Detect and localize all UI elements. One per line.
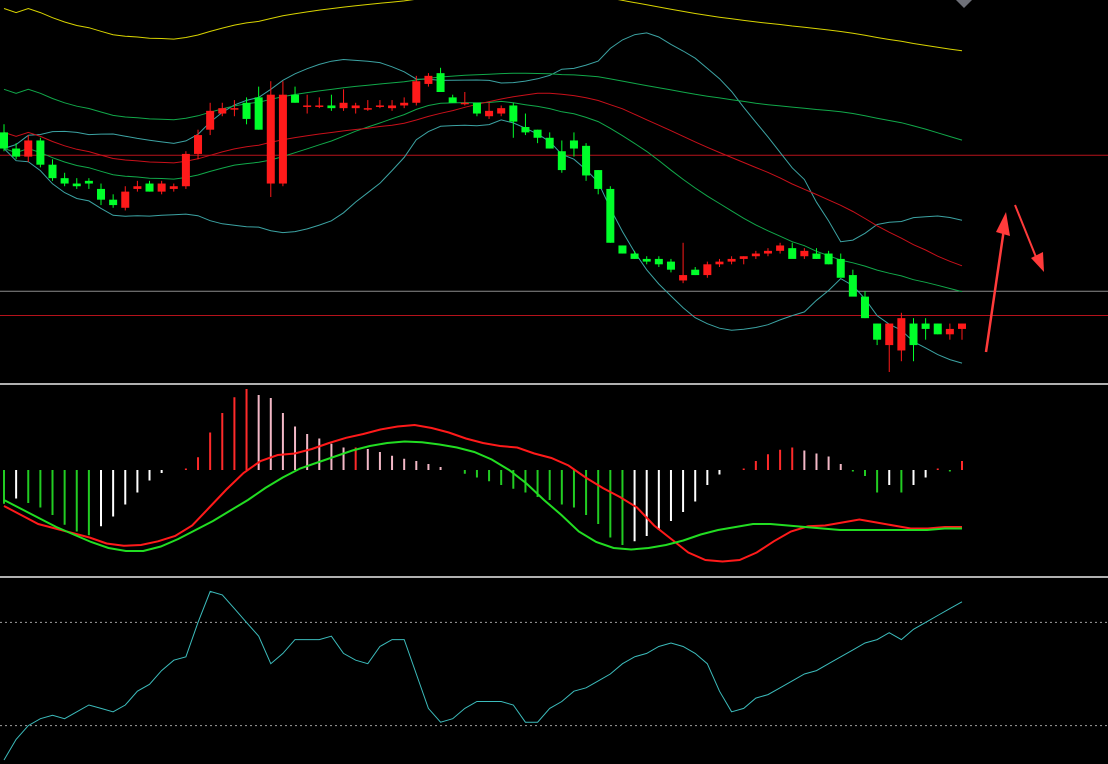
candle-body: [169, 186, 178, 189]
candle-body: [24, 140, 33, 157]
candle-body: [788, 248, 797, 259]
candle: [582, 143, 591, 181]
candle-body: [351, 105, 360, 109]
candle-body: [606, 188, 615, 243]
candle: [618, 245, 627, 254]
candle-body: [582, 145, 591, 176]
candle: [278, 81, 287, 187]
candle-body: [36, 140, 45, 165]
candle-body: [12, 148, 21, 157]
candle-body: [909, 323, 918, 346]
candle-body: [897, 318, 906, 351]
candle: [181, 151, 190, 189]
candle-body: [885, 323, 894, 346]
candle-body: [545, 137, 554, 149]
candle-body: [315, 105, 324, 107]
candle-body: [727, 258, 736, 262]
candle-body: [157, 183, 166, 192]
candle-body: [666, 261, 675, 270]
candle-body: [848, 275, 857, 297]
candle-body: [679, 275, 688, 281]
candle-body: [654, 258, 663, 265]
candle-body: [218, 108, 227, 114]
candle-body: [703, 264, 712, 276]
candle-body: [48, 164, 57, 179]
candle-body: [327, 105, 336, 109]
candle-body: [230, 108, 239, 110]
candle-body: [0, 132, 9, 149]
candle-body: [375, 105, 384, 107]
candle-body: [97, 188, 106, 200]
candle-body: [448, 97, 457, 103]
candle: [933, 323, 942, 335]
candle-body: [339, 102, 348, 109]
candle-body: [181, 153, 190, 187]
candle-body: [72, 183, 81, 187]
candle-body: [206, 110, 215, 130]
candle-body: [933, 323, 942, 335]
candle-body: [303, 105, 312, 107]
candle: [606, 186, 615, 243]
stock-chart: [0, 0, 1108, 764]
candle-body: [751, 253, 760, 257]
candle-body: [618, 245, 627, 254]
candle-body: [485, 110, 494, 117]
candle-body: [594, 170, 603, 189]
candle-body: [836, 258, 845, 278]
candle-body: [630, 253, 639, 259]
candle-body: [533, 129, 542, 138]
candle-body: [266, 94, 275, 184]
candle-body: [824, 253, 833, 265]
candle-body: [691, 269, 700, 276]
candle-body: [812, 253, 821, 259]
candle-body: [921, 323, 930, 329]
candle: [266, 81, 275, 197]
candle: [36, 137, 45, 168]
candle-body: [873, 323, 882, 340]
candle-body: [763, 250, 772, 254]
chart-background: [0, 0, 1108, 764]
candle-body: [642, 258, 651, 262]
candle-body: [945, 328, 954, 335]
candle-body: [363, 108, 372, 110]
candle-body: [739, 256, 748, 259]
candle-body: [60, 178, 69, 184]
candle-body: [800, 250, 809, 257]
candle-body: [145, 183, 154, 192]
candle-body: [776, 245, 785, 251]
candle-body: [400, 102, 409, 106]
candle-body: [957, 323, 967, 329]
candle-body: [133, 186, 142, 189]
candle-body: [412, 81, 421, 103]
candle-body: [291, 94, 300, 103]
candle-body: [436, 73, 445, 92]
candle-body: [521, 127, 530, 133]
candle-body: [121, 191, 130, 208]
candle-body: [242, 102, 251, 119]
candle-body: [254, 97, 263, 130]
candle-body: [860, 296, 869, 319]
candle-body: [715, 261, 724, 265]
candle-body: [84, 180, 93, 184]
candle-body: [472, 102, 481, 114]
candle-body: [497, 108, 506, 114]
candle-body: [388, 105, 397, 109]
candle-body: [109, 199, 118, 206]
candle-body: [424, 75, 433, 84]
chart-canvas: [0, 0, 1108, 764]
candle-body: [569, 140, 578, 149]
candle-body: [278, 94, 287, 184]
candle-body: [460, 102, 469, 105]
candle-body: [557, 151, 566, 171]
candle-body: [509, 105, 518, 122]
candle-body: [194, 135, 203, 154]
